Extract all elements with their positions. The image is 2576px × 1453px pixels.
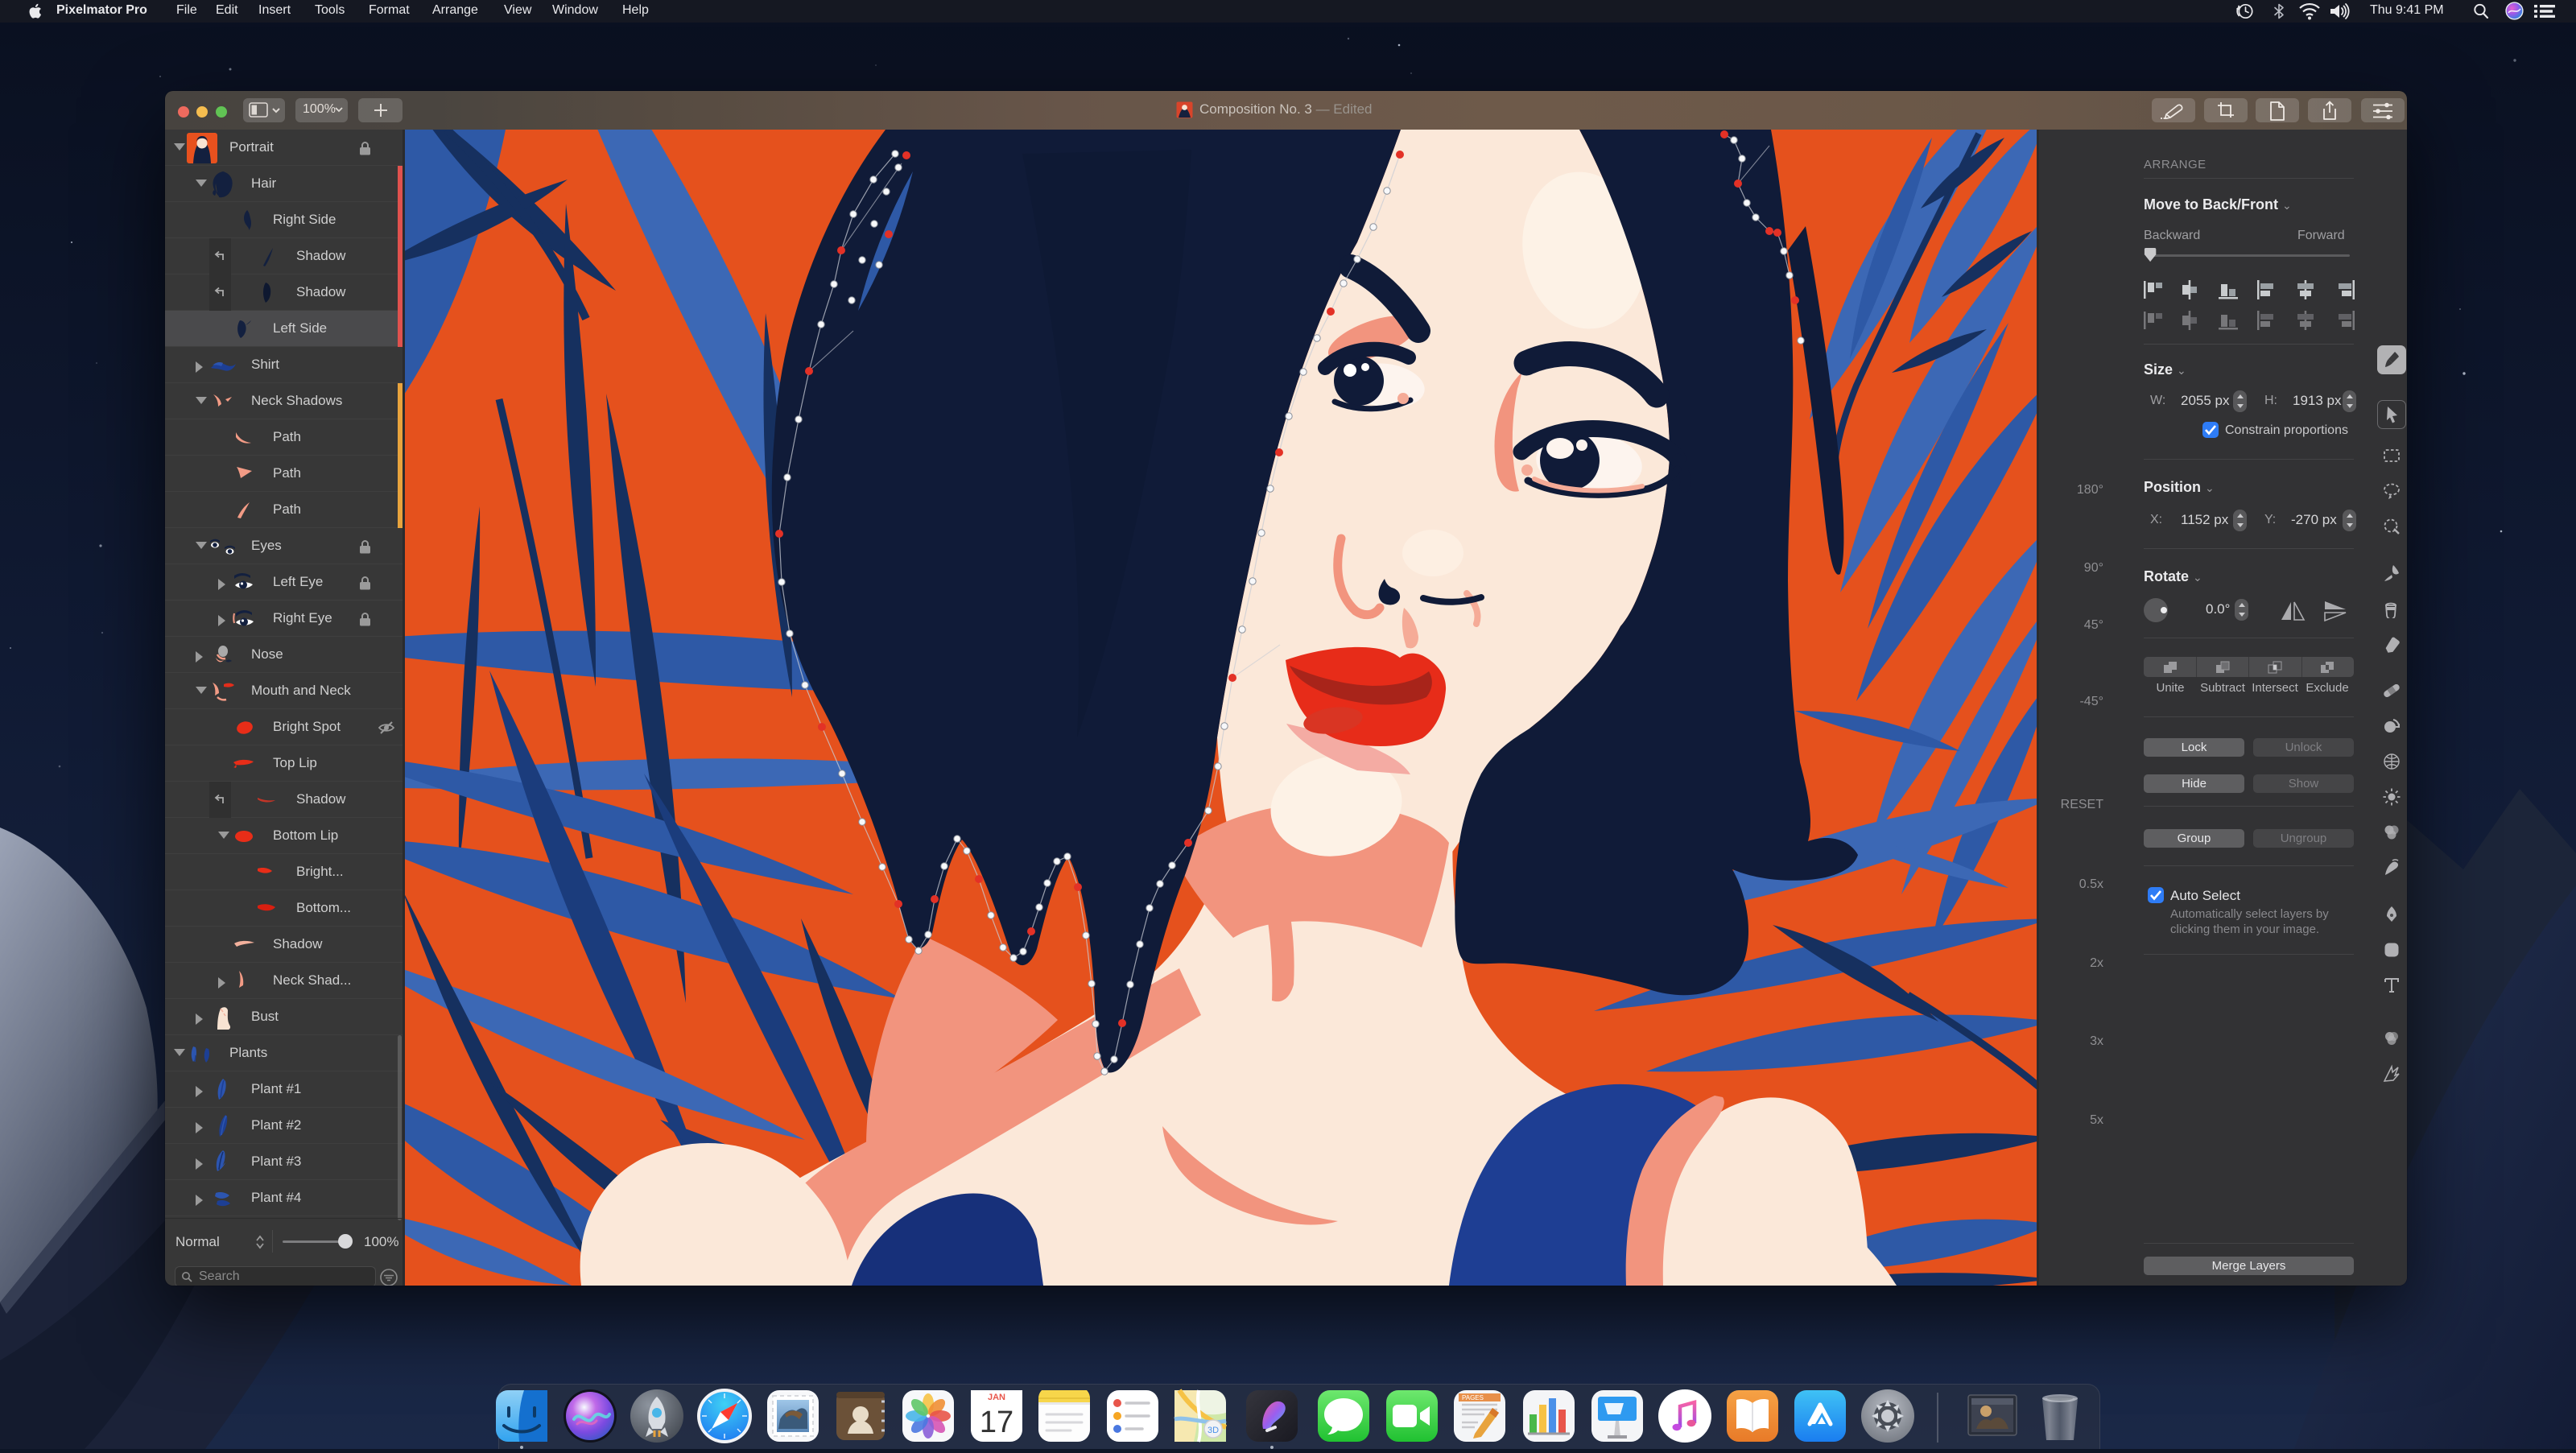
svg-text:3D: 3D	[1208, 1426, 1219, 1435]
svg-text:PAGES: PAGES	[1462, 1394, 1484, 1401]
svg-text:JAN: JAN	[988, 1393, 1005, 1402]
svg-text:17: 17	[980, 1406, 1013, 1439]
